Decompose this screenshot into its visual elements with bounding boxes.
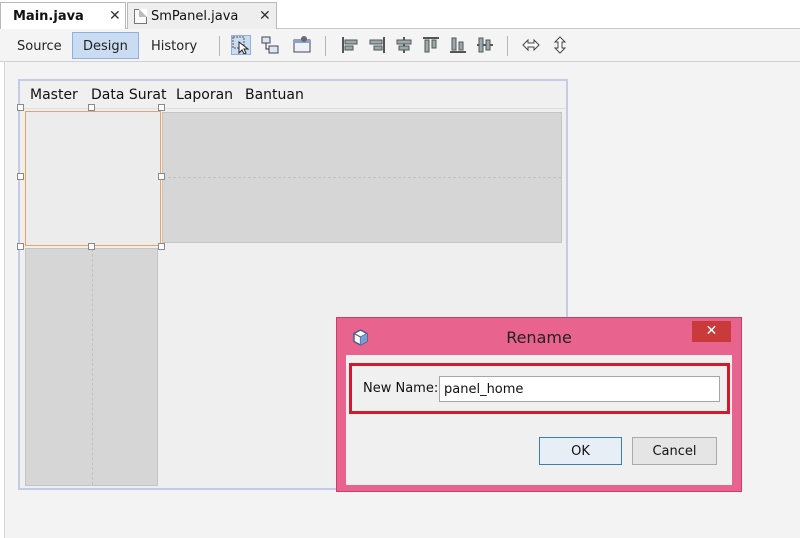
rename-dialog: Rename ✕ New Name: OK Cancel <box>336 317 742 492</box>
toolbar-separator <box>507 36 508 56</box>
cancel-button[interactable]: Cancel <box>632 437 717 465</box>
dialog-title-bar[interactable]: Rename ✕ <box>337 318 741 354</box>
tab-main-java-label: Main.java <box>13 9 84 24</box>
align-top-icon[interactable] <box>421 35 441 55</box>
ok-button[interactable]: OK <box>539 437 622 465</box>
tab-smpanel-java[interactable]: SmPanel.java ✕ <box>127 2 277 29</box>
menu-master[interactable]: Master <box>30 87 78 103</box>
dialog-content: New Name: OK Cancel <box>346 355 732 485</box>
menu-laporan[interactable]: Laporan <box>176 87 233 103</box>
align-right-icon[interactable] <box>367 35 387 55</box>
menu-bantuan[interactable]: Bantuan <box>245 87 304 103</box>
panel-guide-line <box>163 177 561 178</box>
close-icon[interactable]: ✕ <box>692 321 731 342</box>
selected-panel[interactable] <box>25 111 161 246</box>
resize-handle[interactable] <box>88 243 95 250</box>
menu-data-surat[interactable]: Data Surat <box>91 87 166 103</box>
selection-mode-icon[interactable] <box>231 35 251 55</box>
resize-handle[interactable] <box>17 104 24 111</box>
new-name-input[interactable] <box>439 376 720 402</box>
design-button[interactable]: Design <box>72 32 139 59</box>
file-icon <box>134 8 147 24</box>
designer-toolbar: Source Design History <box>0 29 800 62</box>
resize-handle[interactable] <box>158 104 165 111</box>
center-horizontally-icon[interactable] <box>394 35 414 55</box>
highlight-box: New Name: <box>349 363 730 414</box>
new-name-label: New Name: <box>363 381 439 396</box>
panel-guide-line <box>92 249 93 485</box>
align-left-icon[interactable] <box>340 35 360 55</box>
align-bottom-icon[interactable] <box>448 35 468 55</box>
tab-smpanel-java-label: SmPanel.java <box>151 8 239 24</box>
editor-tab-bar: Main.java ✕ SmPanel.java ✕ <box>0 0 800 30</box>
netbeans-gui-builder: Main.java ✕ SmPanel.java ✕ Source Design… <box>0 0 800 538</box>
header-panel[interactable] <box>162 112 562 243</box>
close-icon[interactable]: ✕ <box>109 9 121 23</box>
center-vertically-icon[interactable] <box>475 35 495 55</box>
tab-main-java[interactable]: Main.java ✕ <box>0 2 126 30</box>
toolbar-separator <box>325 36 326 56</box>
resize-handle[interactable] <box>17 173 24 180</box>
history-button[interactable]: History <box>140 32 208 59</box>
toolbar-separator <box>219 36 220 56</box>
resize-handle[interactable] <box>158 243 165 250</box>
source-button[interactable]: Source <box>6 32 73 59</box>
side-panel[interactable] <box>25 248 158 486</box>
change-horizontal-resizability-icon[interactable] <box>521 35 541 55</box>
dialog-title: Rename <box>506 328 572 347</box>
resize-handle[interactable] <box>17 243 24 250</box>
resize-handle[interactable] <box>88 104 95 111</box>
close-icon[interactable]: ✕ <box>259 9 271 23</box>
resize-handle[interactable] <box>158 173 165 180</box>
preview-design-icon[interactable] <box>292 35 312 55</box>
change-vertical-resizability-icon[interactable] <box>550 35 570 55</box>
form-menu-bar[interactable]: Master Data Surat Laporan Bantuan <box>20 81 566 109</box>
connection-mode-icon[interactable] <box>260 35 280 55</box>
